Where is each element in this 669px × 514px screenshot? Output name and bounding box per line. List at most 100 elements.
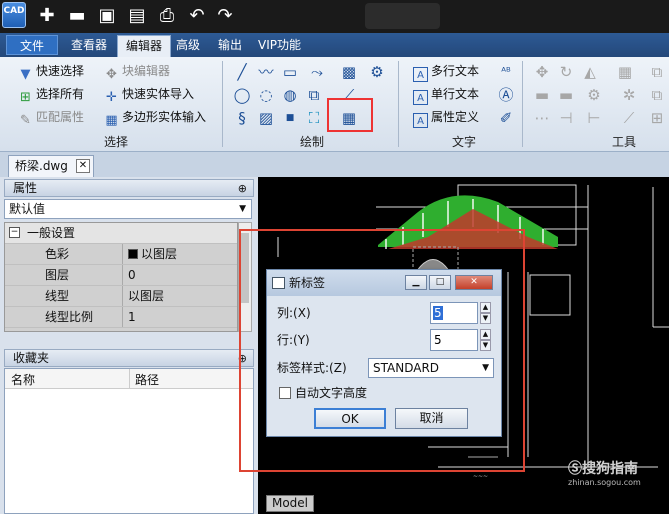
property-value: 0: [128, 268, 136, 282]
text-group-label: 文字: [452, 135, 477, 149]
maximize-icon[interactable]: □: [429, 275, 451, 290]
property-row[interactable]: 图层 0: [5, 265, 237, 286]
text-color-icon[interactable]: Ⓐ: [497, 86, 515, 104]
trim-icon[interactable]: ⋯: [533, 109, 551, 127]
point-icon[interactable]: ■: [281, 109, 299, 127]
tools-group-label: 工具: [612, 135, 637, 149]
column-path[interactable]: 路径: [135, 371, 159, 388]
open-folder-icon[interactable]: ▬: [66, 5, 88, 27]
plus-icon: ✛: [106, 90, 117, 105]
property-row[interactable]: 线型 以图层: [5, 286, 237, 307]
ellipse-icon[interactable]: ◍: [281, 86, 299, 104]
helix-icon[interactable]: §: [233, 109, 251, 127]
column-name[interactable]: 名称: [11, 371, 35, 388]
erase-icon[interactable]: ⊞: [648, 109, 666, 127]
break-icon[interactable]: ⊢: [585, 109, 603, 127]
mirror-icon[interactable]: ◭: [581, 63, 599, 81]
rows-input[interactable]: 5: [430, 329, 478, 351]
property-key: 色彩: [5, 244, 123, 264]
columns-up-button[interactable]: ▲: [480, 302, 491, 313]
text-edit-icon[interactable]: ✐: [497, 109, 515, 127]
columns-down-button[interactable]: ▼: [480, 313, 491, 324]
explode-icon[interactable]: ✲: [620, 86, 638, 104]
measure-icon[interactable]: ⟋: [620, 109, 638, 127]
app-logo[interactable]: CAD: [2, 2, 26, 28]
menu-advanced[interactable]: 高级: [168, 35, 208, 55]
spline-icon[interactable]: ⤳: [308, 63, 326, 81]
layout-icon[interactable]: ⧉: [648, 63, 666, 81]
save-icon[interactable]: ▣: [96, 5, 118, 27]
line-icon[interactable]: ╱: [233, 63, 251, 81]
hatch-icon[interactable]: ▨: [257, 109, 275, 127]
copy-icon[interactable]: ⧉: [305, 86, 323, 104]
menu-vip[interactable]: VIP功能: [250, 35, 309, 55]
scale-icon[interactable]: ⚙: [585, 86, 603, 104]
text-style-icon[interactable]: ᴬᴮ: [497, 63, 515, 81]
ok-button[interactable]: OK: [314, 408, 386, 429]
hatch-edit-icon[interactable]: ▩: [340, 63, 358, 81]
table-tool-highlight: [327, 98, 373, 132]
close-icon[interactable]: ✕: [455, 275, 493, 290]
draw-group-label: 绘制: [300, 135, 325, 149]
menu-file[interactable]: 文件: [6, 35, 58, 55]
new-file-icon[interactable]: ✚: [36, 5, 58, 27]
menu-output[interactable]: 输出: [210, 35, 250, 55]
label-style-select[interactable]: STANDARD ▼: [368, 358, 494, 378]
save-as-icon[interactable]: ▤: [126, 5, 148, 27]
arc-icon[interactable]: ◌: [257, 86, 275, 104]
app-logo-text: CAD: [3, 6, 25, 16]
quick-select-button[interactable]: ▼ 快速选择: [18, 61, 85, 82]
menu-viewer[interactable]: 查看器: [63, 35, 115, 55]
minimize-icon[interactable]: ▁: [405, 275, 427, 290]
dialog-title: 新标签: [289, 276, 326, 290]
document-tab[interactable]: 桥梁.dwg ✕: [8, 155, 94, 177]
rotate-icon[interactable]: ↻: [557, 63, 575, 81]
collapse-icon[interactable]: −: [9, 227, 20, 238]
quick-entity-import-button[interactable]: ✛ 快速实体导入: [104, 84, 195, 105]
array-icon[interactable]: ▦: [616, 63, 634, 81]
block-editor-label: 块编辑器: [122, 64, 171, 78]
group-icon[interactable]: ⧉: [648, 86, 666, 104]
left-panel: 属性 ⊕ 默认值 ▼ − 一般设置 色彩 以图层 图层 0 线型 以图层 线型比例 1 …: [0, 177, 258, 514]
auto-text-height-checkbox[interactable]: [279, 387, 291, 399]
multiline-text-button[interactable]: A 多行文本: [413, 61, 479, 82]
properties-section[interactable]: − 一般设置: [5, 223, 237, 244]
block-icon[interactable]: ▬: [557, 86, 575, 104]
undo-icon[interactable]: ↶: [186, 5, 208, 27]
cancel-button[interactable]: 取消: [395, 408, 468, 429]
close-icon[interactable]: ✕: [76, 159, 90, 173]
column-divider: [129, 369, 130, 388]
select-all-button[interactable]: ⊞ 选择所有: [18, 84, 84, 105]
rows-down-button[interactable]: ▼: [480, 340, 491, 351]
attribute-definition-button[interactable]: A 属性定义: [413, 107, 480, 128]
ribbon-separator: [522, 61, 523, 147]
polyline-icon[interactable]: 〰: [257, 63, 275, 81]
folder-icon[interactable]: ▬: [533, 86, 551, 104]
menu-editor[interactable]: 编辑器: [117, 35, 172, 57]
image-icon[interactable]: ⛶: [305, 109, 323, 127]
print-icon[interactable]: ⎙: [156, 5, 178, 27]
region-icon[interactable]: ⚙: [368, 63, 386, 81]
dialog-title-bar[interactable]: 新标签 ▁ □ ✕: [267, 270, 501, 296]
rectangle-icon[interactable]: ▭: [281, 63, 299, 81]
circle-icon[interactable]: ◯: [233, 86, 251, 104]
properties-selector[interactable]: 默认值 ▼: [4, 199, 252, 219]
property-row[interactable]: 线型比例 1: [5, 307, 237, 328]
model-tab[interactable]: Model: [266, 495, 314, 512]
single-line-text-button[interactable]: A 单行文本: [413, 84, 479, 105]
property-row[interactable]: 色彩 以图层: [5, 244, 237, 265]
move-icon[interactable]: ✥: [533, 63, 551, 81]
favorites-title: 收藏夹: [13, 351, 50, 365]
extend-icon[interactable]: ⊣: [557, 109, 575, 127]
redo-icon[interactable]: ↷: [214, 5, 236, 27]
rows-up-button[interactable]: ▲: [480, 329, 491, 340]
pin-icon[interactable]: ⊕: [238, 181, 247, 197]
columns-input[interactable]: 5: [430, 302, 478, 324]
match-properties-button[interactable]: ✎ 匹配属性: [18, 107, 84, 128]
block-editor-button[interactable]: ✥ 块编辑器: [104, 61, 171, 82]
quick-entity-import-label: 快速实体导入: [122, 87, 195, 101]
polygon-entity-input-button[interactable]: ▦ 多边形实体输入: [104, 107, 206, 128]
attribute-definition-label: 属性定义: [431, 110, 480, 124]
chevron-down-icon: ▼: [239, 204, 246, 214]
text-a-icon: A: [413, 67, 428, 82]
